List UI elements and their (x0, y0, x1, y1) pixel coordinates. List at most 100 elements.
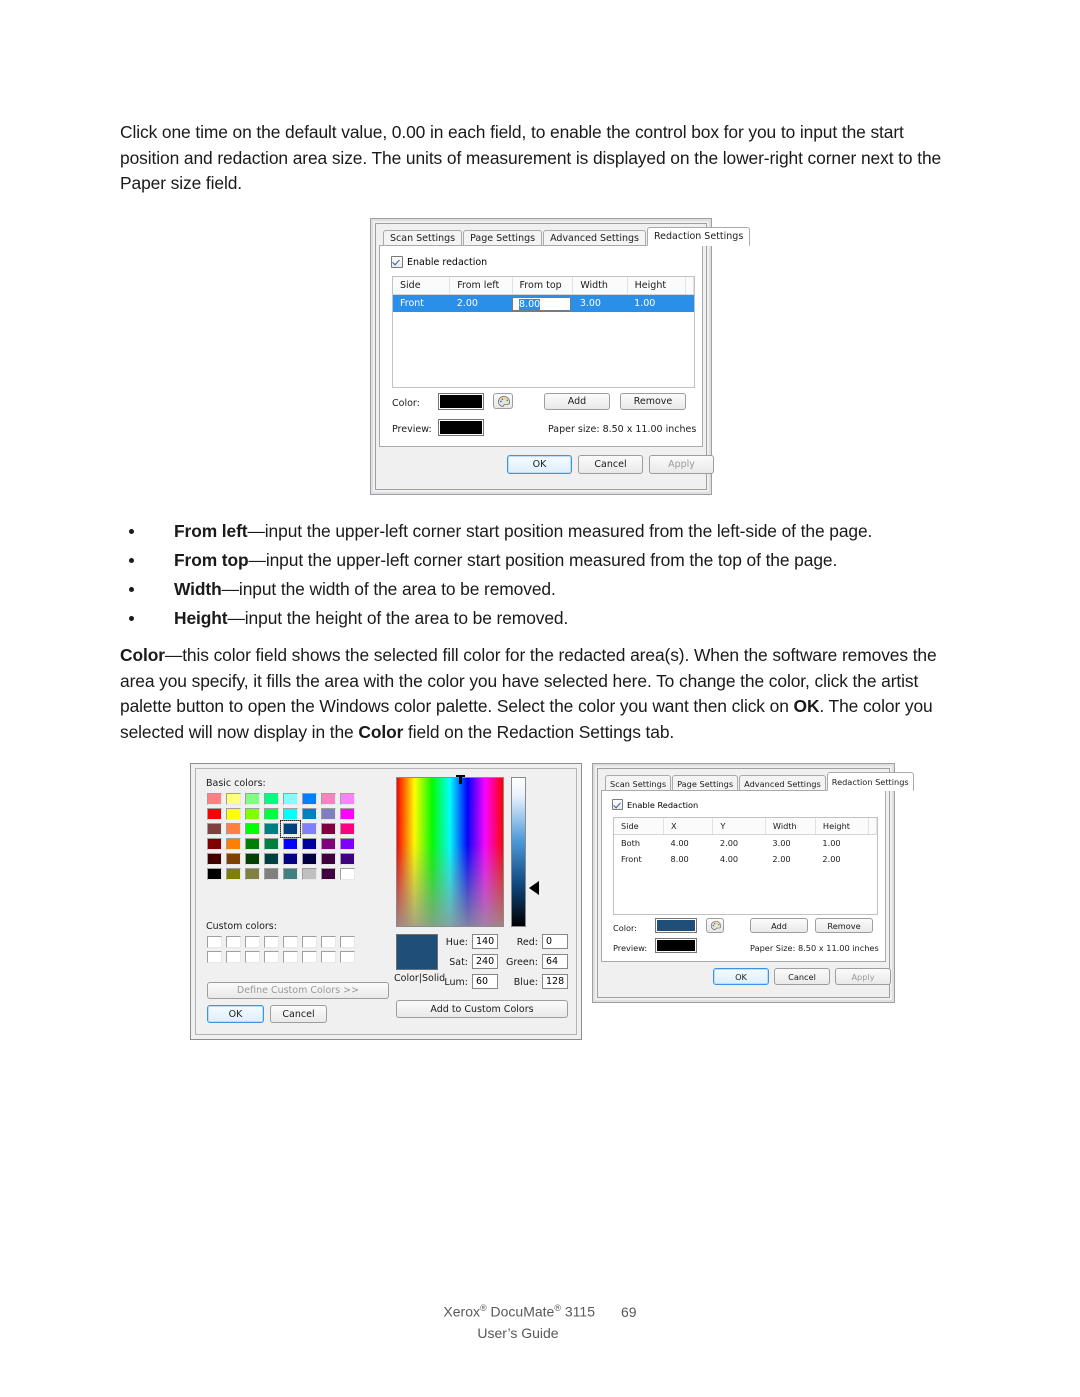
tab-page-settings[interactable]: Page Settings (463, 230, 543, 246)
redaction-settings-dialog-2[interactable]: Scan Settings Page Settings Advanced Set… (592, 763, 914, 1003)
cell-from-top-editor[interactable]: 8.00 (512, 294, 573, 312)
basic-color-swatch[interactable] (245, 838, 260, 850)
basic-color-swatch[interactable] (207, 838, 222, 850)
tab-scan-settings[interactable]: Scan Settings (383, 230, 463, 246)
basic-color-swatch[interactable] (207, 808, 222, 820)
basic-color-swatch[interactable] (245, 808, 260, 820)
basic-color-swatch[interactable] (226, 808, 241, 820)
remove-button[interactable]: Remove (620, 393, 686, 410)
enable-redaction-checkbox[interactable]: Enable redaction (391, 256, 487, 268)
basic-color-swatch[interactable] (245, 853, 260, 865)
color-dialog-cancel-button[interactable]: Cancel (270, 1005, 327, 1023)
column-header-from-left[interactable]: From left (449, 277, 513, 295)
color-dialog-ok-button[interactable]: OK (207, 1005, 264, 1023)
custom-colors-grid[interactable] (207, 936, 355, 963)
basic-color-swatch[interactable] (321, 853, 336, 865)
basic-color-swatch[interactable] (264, 868, 279, 880)
column-header-side[interactable]: Side (393, 277, 451, 295)
basic-color-swatch[interactable] (302, 808, 317, 820)
basic-color-swatch[interactable] (302, 823, 317, 835)
blue-input[interactable]: 128 (542, 974, 568, 989)
basic-color-swatch[interactable] (340, 838, 355, 850)
define-custom-colors-button[interactable]: Define Custom Colors >> (207, 982, 389, 999)
luminance-slider[interactable] (511, 777, 526, 927)
remove-button[interactable]: Remove (815, 918, 873, 933)
green-input[interactable]: 64 (542, 954, 568, 969)
redaction-areas-grid[interactable]: Side X Y Width Height Both 4.00 2.00 3.0… (613, 817, 878, 915)
cancel-button[interactable]: Cancel (774, 968, 830, 985)
column-header-side[interactable]: Side (614, 818, 665, 835)
redaction-settings-dialog-1[interactable]: Scan Settings Page Settings Advanced Set… (370, 218, 751, 495)
red-input[interactable]: 0 (542, 934, 568, 949)
basic-color-swatch[interactable] (321, 868, 336, 880)
basic-color-swatch[interactable] (264, 793, 279, 805)
custom-color-swatch[interactable] (340, 936, 355, 948)
custom-color-swatch[interactable] (302, 936, 317, 948)
basic-color-swatch[interactable] (264, 853, 279, 865)
custom-color-swatch[interactable] (321, 936, 336, 948)
ok-button[interactable]: OK (507, 455, 572, 474)
basic-color-swatch[interactable] (321, 808, 336, 820)
basic-color-swatch[interactable] (207, 793, 222, 805)
add-to-custom-colors-button[interactable]: Add to Custom Colors (396, 1000, 568, 1018)
spectrum-cursor[interactable] (456, 775, 465, 784)
tab-strip[interactable]: Scan Settings Page Settings Advanced Set… (601, 772, 914, 791)
table-row[interactable]: Front 8.00 4.00 2.00 2.00 (614, 851, 877, 867)
basic-color-swatch[interactable] (207, 868, 222, 880)
add-button[interactable]: Add (544, 393, 610, 410)
ok-button[interactable]: OK (713, 968, 769, 985)
basic-color-swatch[interactable] (340, 793, 355, 805)
basic-color-swatch[interactable] (207, 823, 222, 835)
cell-x[interactable]: 4.00 (664, 835, 713, 852)
column-header-height[interactable]: Height (627, 277, 687, 295)
custom-color-swatch[interactable] (302, 951, 317, 963)
basic-color-swatch[interactable] (321, 838, 336, 850)
basic-color-swatch[interactable] (226, 823, 241, 835)
tab-scan-settings[interactable]: Scan Settings (605, 775, 672, 791)
column-header-from-top[interactable]: From top (512, 277, 574, 295)
basic-color-swatch[interactable] (226, 793, 241, 805)
basic-color-swatch[interactable] (283, 853, 298, 865)
basic-color-swatch[interactable] (302, 793, 317, 805)
basic-color-swatch[interactable] (245, 793, 260, 805)
custom-color-swatch[interactable] (264, 951, 279, 963)
basic-color-swatch[interactable] (283, 868, 298, 880)
basic-color-swatch[interactable] (226, 868, 241, 880)
color-spectrum-field[interactable] (396, 775, 504, 927)
basic-color-swatch[interactable] (264, 838, 279, 850)
from-top-input[interactable]: 8.00 (512, 296, 571, 311)
basic-colors-grid[interactable] (207, 793, 355, 880)
basic-color-swatch[interactable] (321, 793, 336, 805)
tab-redaction-settings[interactable]: Redaction Settings (647, 227, 751, 246)
custom-color-swatch[interactable] (245, 936, 260, 948)
tab-strip[interactable]: Scan Settings Page Settings Advanced Set… (379, 227, 751, 246)
basic-color-swatch[interactable] (264, 823, 279, 835)
artist-palette-button[interactable] (493, 393, 513, 409)
table-row[interactable]: Front 2.00 8.00 3.00 1.00 (393, 294, 694, 312)
basic-color-swatch[interactable] (245, 823, 260, 835)
basic-color-swatch[interactable] (283, 838, 298, 850)
cell-width[interactable]: 3.00 (572, 294, 628, 312)
basic-color-swatch[interactable] (340, 868, 355, 880)
custom-color-swatch[interactable] (340, 951, 355, 963)
color-swatch[interactable] (655, 918, 697, 933)
cell-y[interactable]: 4.00 (713, 851, 766, 867)
basic-color-swatch[interactable] (280, 820, 301, 838)
basic-color-swatch[interactable] (340, 823, 355, 835)
basic-color-swatch[interactable] (264, 808, 279, 820)
cancel-button[interactable]: Cancel (578, 455, 643, 474)
basic-color-swatch[interactable] (226, 853, 241, 865)
enable-redaction-checkbox[interactable]: Enable Redaction (612, 799, 698, 810)
cell-from-left[interactable]: 2.00 (449, 294, 513, 312)
basic-color-swatch[interactable] (283, 793, 298, 805)
custom-color-swatch[interactable] (283, 951, 298, 963)
custom-color-swatch[interactable] (207, 951, 222, 963)
artist-palette-button[interactable] (706, 918, 724, 933)
luminance-slider-thumb[interactable] (529, 881, 539, 895)
basic-color-swatch[interactable] (321, 823, 336, 835)
redaction-areas-grid[interactable]: Side From left From top Width Height Fro… (392, 276, 695, 388)
column-header-width[interactable]: Width (572, 277, 628, 295)
basic-color-swatch[interactable] (283, 808, 298, 820)
table-row[interactable]: Both 4.00 2.00 3.00 1.00 (614, 835, 877, 852)
cell-side[interactable]: Both (614, 835, 664, 852)
